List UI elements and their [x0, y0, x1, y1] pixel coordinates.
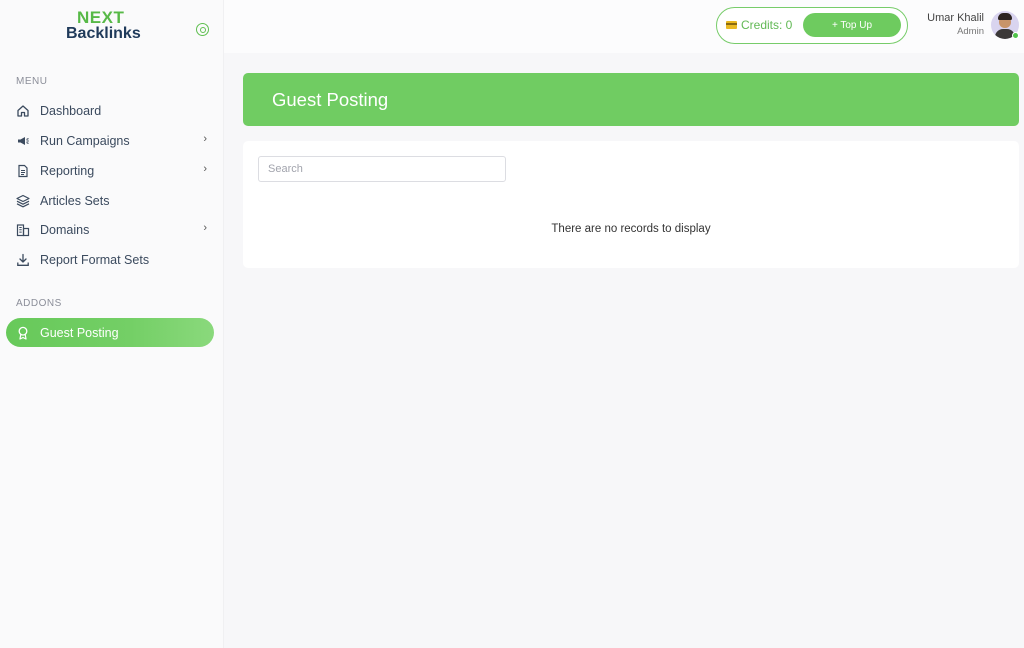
- chevron-right-icon: ›: [203, 222, 207, 234]
- megaphone-icon: [16, 134, 30, 148]
- empty-state-message: There are no records to display: [551, 223, 711, 235]
- document-icon: [16, 164, 30, 178]
- credit-card-icon: [726, 21, 737, 29]
- award-icon: [16, 326, 30, 340]
- credits-balance: Credits: 0: [741, 18, 793, 32]
- sidebar-item-run-campaigns[interactable]: Run Campaigns ›: [6, 126, 214, 155]
- sidebar-item-report-format-sets[interactable]: Report Format Sets: [6, 245, 214, 274]
- sidebar-item-articles-sets[interactable]: Articles Sets: [6, 186, 214, 215]
- sidebar-item-reporting[interactable]: Reporting ›: [6, 156, 214, 185]
- sidebar-item-dashboard[interactable]: Dashboard: [6, 96, 214, 125]
- sidebar-item-label: Dashboard: [40, 103, 102, 118]
- layers-icon: [16, 194, 30, 208]
- brand-logo[interactable]: NEXT Backlinks: [66, 8, 146, 44]
- sidebar-item-guest-posting[interactable]: Guest Posting: [6, 318, 214, 347]
- user-name[interactable]: Umar Khalil: [927, 12, 984, 24]
- download-icon: [16, 253, 30, 267]
- sidebar-item-domains[interactable]: Domains ›: [6, 215, 214, 244]
- sidebar-item-label: Reporting: [40, 163, 95, 178]
- page-title: Guest Posting: [272, 89, 389, 110]
- building-icon: [16, 223, 30, 237]
- credits-widget: Credits: 0 + Top Up: [716, 7, 908, 44]
- sidebar-item-label: Report Format Sets: [40, 252, 150, 267]
- avatar-hair: [998, 13, 1012, 20]
- chevron-right-icon: ›: [203, 133, 207, 145]
- sidebar-item-label: Domains: [40, 222, 90, 237]
- sidebar: NEXT Backlinks MENU Dashboard Run Campai…: [0, 0, 224, 648]
- chevron-right-icon: ›: [203, 163, 207, 175]
- page-header: Guest Posting: [243, 73, 1019, 126]
- sidebar-item-label: Run Campaigns: [40, 133, 130, 148]
- records-card: There are no records to display: [243, 141, 1019, 268]
- sidebar-toggle-icon[interactable]: [196, 23, 209, 36]
- addons-section-title: ADDONS: [16, 298, 62, 309]
- user-role: Admin: [957, 26, 984, 37]
- home-icon: [16, 104, 30, 118]
- menu-section-title: MENU: [16, 76, 48, 87]
- top-up-button[interactable]: + Top Up: [803, 13, 901, 37]
- sidebar-item-label: Articles Sets: [40, 193, 110, 208]
- online-status-dot: [1012, 32, 1019, 39]
- search-input[interactable]: [258, 156, 506, 182]
- sidebar-item-label: Guest Posting: [40, 325, 119, 340]
- logo-backlinks-text: Backlinks: [66, 25, 141, 42]
